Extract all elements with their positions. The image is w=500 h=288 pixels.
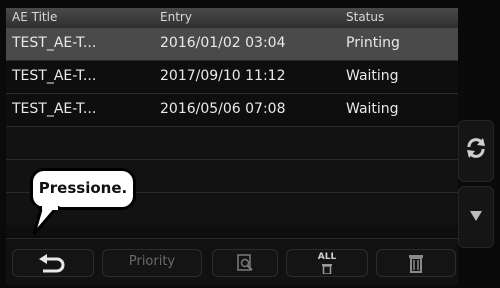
table-row[interactable]: TEST_AE-T... 2016/05/06 07:08 Waiting [6,94,458,127]
scroll-down-button[interactable] [458,186,494,248]
row-entry: 2016/05/06 07:08 [160,101,286,117]
preview-button[interactable] [212,249,278,277]
bottom-toolbar: Priority ALL [6,238,458,285]
trash-all-icon: ALL [315,252,339,274]
trash-icon [405,253,427,277]
header-entry: Entry [160,10,192,24]
magnifier-document-icon [235,253,255,277]
table-row [6,127,458,160]
print-queue-screen: AE Title Entry Status TEST_AE-T... 2016/… [0,0,500,288]
table-row[interactable]: TEST_AE-T... 2016/01/02 03:04 Printing [6,28,458,61]
row-entry: 2016/01/02 03:04 [160,35,286,51]
row-status: Printing [346,35,400,51]
row-ae-title: TEST_AE-T... [12,101,97,117]
back-button[interactable] [12,249,94,277]
row-entry: 2017/09/10 11:12 [160,68,286,84]
header-status: Status [346,10,385,24]
callout-pointer [32,206,60,235]
instruction-callout: Pressione. [30,168,136,210]
delete-button[interactable] [376,249,456,277]
priority-label: Priority [128,254,176,269]
refresh-icon [459,135,493,165]
callout-text: Pressione. [38,179,128,197]
all-label: ALL [317,252,337,262]
row-ae-title: TEST_AE-T... [12,68,97,84]
return-arrow-icon [37,253,67,277]
row-ae-title: TEST_AE-T... [12,35,97,51]
refresh-button[interactable] [458,120,494,182]
row-status: Waiting [346,101,399,117]
row-status: Waiting [346,68,399,84]
header-ae-title: AE Title [12,10,58,24]
table-row[interactable]: TEST_AE-T... 2017/09/10 11:12 Waiting [6,61,458,94]
triangle-down-icon [459,205,493,229]
table-header: AE Title Entry Status [6,8,458,28]
priority-button[interactable]: Priority [102,249,202,277]
delete-all-button[interactable]: ALL [286,249,368,277]
